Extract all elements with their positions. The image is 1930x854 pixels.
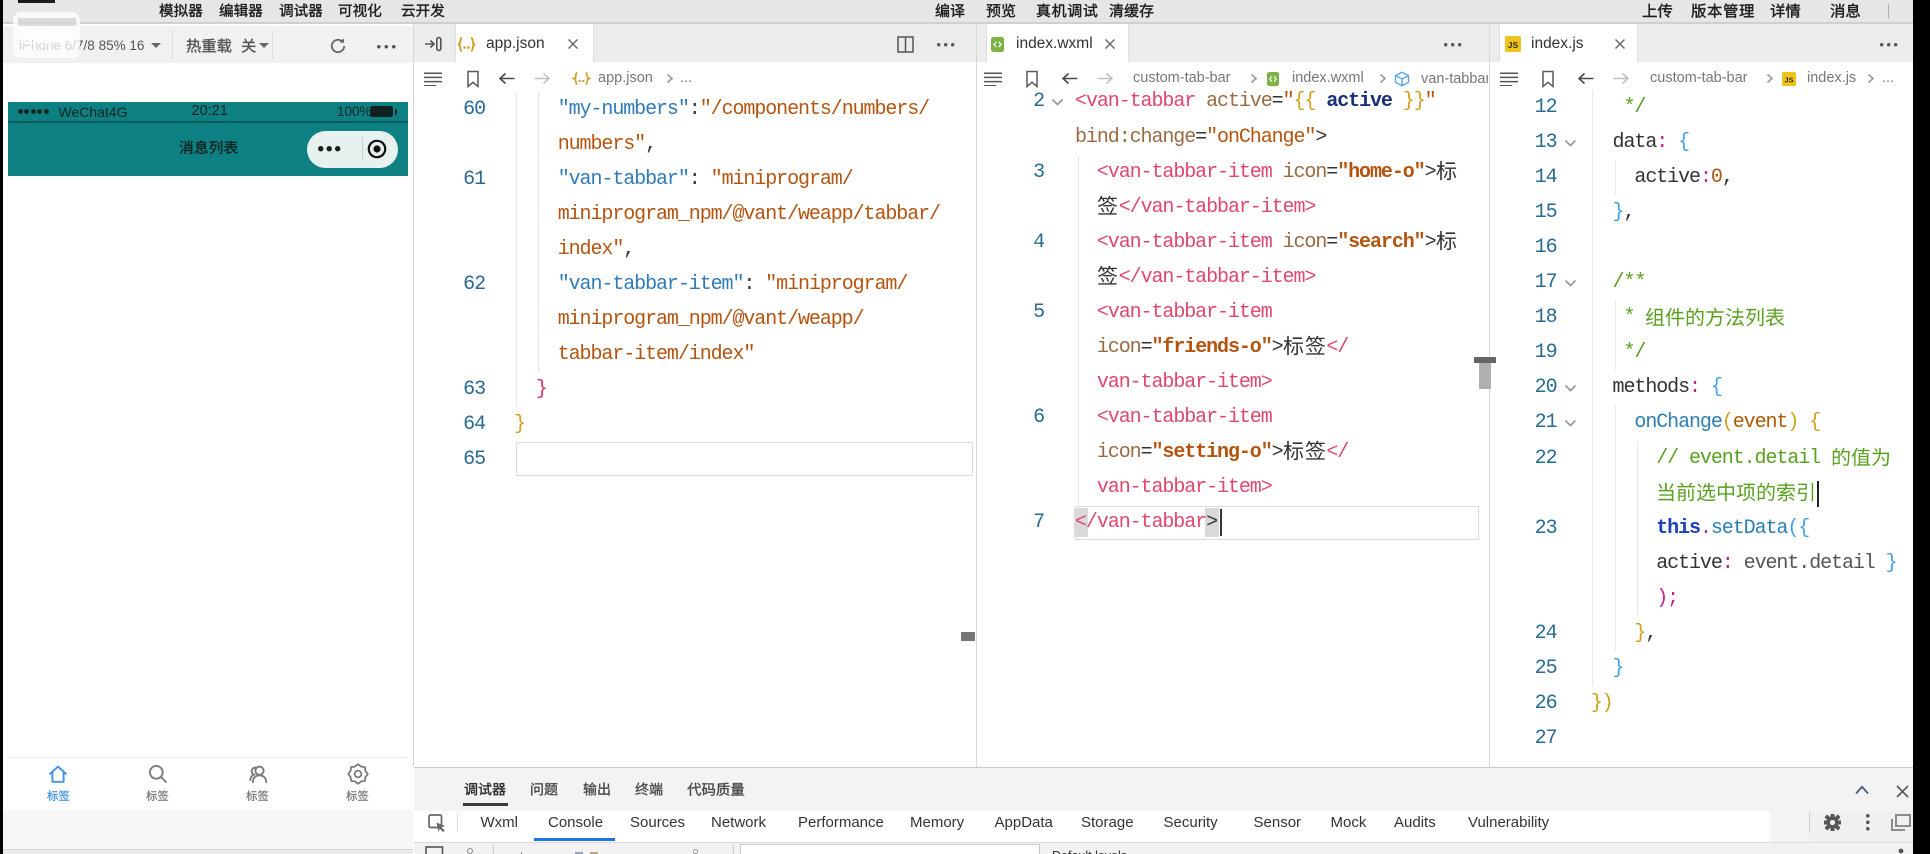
svg-text:JS: JS xyxy=(1508,40,1519,50)
svg-text:JS: JS xyxy=(1784,75,1793,84)
